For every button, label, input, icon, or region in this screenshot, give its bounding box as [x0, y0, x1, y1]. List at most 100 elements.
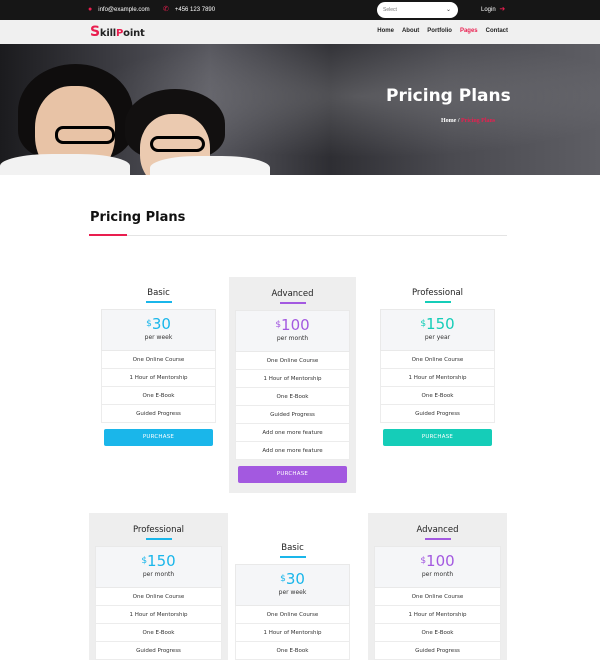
top-bar: ● info@example.com ✆ +456 123 7890 Selec…: [0, 0, 600, 20]
price-period: per week: [144, 333, 173, 341]
plan-name: Professional: [132, 525, 185, 535]
section-divider: [89, 235, 507, 236]
pricing-card-professional: Professional $150 per year One Online Cours…: [374, 276, 501, 446]
feature-item: 1 Hour of Mentorship: [101, 368, 216, 387]
feature-item: Add one more feature: [235, 441, 350, 460]
plan-name: Advanced: [271, 289, 314, 299]
pricing-card-professional: Professional $150 per month One Online Cour…: [89, 513, 228, 660]
page-title: Pricing Plans: [386, 86, 511, 106]
price-amount: 100: [281, 315, 310, 334]
main-navbar: SkillPoint Home About Portfolio Pages Contac…: [0, 20, 600, 44]
breadcrumb: Home / Pricing Plans: [441, 118, 495, 124]
plan-name-underline: [279, 556, 306, 558]
plan-price: $30: [102, 314, 215, 333]
logo-part-kill: kill: [99, 28, 117, 39]
feature-item: Guided Progress: [380, 404, 495, 423]
breadcrumb-current: Pricing Plans: [461, 118, 496, 124]
price-period: per week: [278, 588, 307, 596]
feature-list: One Online Course 1 Hour of Mentorship One…: [235, 351, 350, 460]
login-label: Login: [481, 7, 496, 13]
logo-letter-s: S: [90, 24, 100, 40]
feature-item: 1 Hour of Mentorship: [380, 368, 495, 387]
feature-item: One Online Course: [380, 350, 495, 369]
site-logo[interactable]: SkillPoint: [90, 24, 145, 40]
feature-item: One Online Course: [101, 350, 216, 369]
feature-list: One Online Course 1 Hour of Mentorship One…: [374, 587, 501, 660]
price-period: per year: [424, 333, 451, 341]
price-box: $100 per month: [235, 309, 350, 352]
nav-item-portfolio[interactable]: Portfolio: [427, 28, 452, 34]
section-title: Pricing Plans: [90, 210, 186, 225]
feature-item: Add one more feature: [235, 423, 350, 442]
feature-item: One E-Book: [235, 641, 350, 660]
price-box: $30 per week: [101, 308, 216, 351]
plan-price: $30: [236, 570, 349, 588]
pricing-card-advanced: Advanced $100 per month One Online Course 1 …: [368, 513, 507, 660]
plan-name: Basic: [147, 288, 170, 298]
price-amount: 30: [151, 314, 171, 333]
pricing-card-basic: Basic $30 per week One Online Course 1 Hour …: [229, 531, 356, 660]
phone-contact[interactable]: ✆ +456 123 7890: [163, 6, 215, 13]
nav-item-contact[interactable]: Contact: [486, 28, 508, 34]
plan-name-underline: [145, 538, 172, 540]
feature-item: One E-Book: [95, 623, 222, 642]
email-contact[interactable]: ● info@example.com: [88, 6, 150, 13]
feature-item: One E-Book: [101, 386, 216, 405]
plan-price: $150: [96, 551, 221, 570]
feature-list: One Online Course 1 Hour of Mentorship One…: [101, 350, 216, 423]
purchase-button[interactable]: PURCHASE: [238, 465, 347, 483]
plan-name-underline: [424, 538, 451, 540]
feature-item: One E-Book: [380, 386, 495, 405]
breadcrumb-separator: /: [457, 118, 460, 124]
purchase-button[interactable]: PURCHASE: [383, 428, 492, 446]
feature-item: One E-Book: [235, 387, 350, 406]
breadcrumb-home[interactable]: Home: [441, 118, 456, 124]
feature-item: Guided Progress: [101, 404, 216, 423]
price-box: $150 per month: [95, 545, 222, 588]
price-box: $30 per week: [235, 563, 350, 606]
plan-price: $150: [381, 314, 494, 333]
email-text: info@example.com: [98, 6, 150, 13]
feature-item: One Online Course: [235, 351, 350, 370]
price-amount: 150: [147, 551, 176, 570]
plan-name-underline: [279, 302, 306, 304]
nav-item-home[interactable]: Home: [377, 28, 394, 34]
feature-item: 1 Hour of Mentorship: [374, 605, 501, 624]
price-amount: 150: [426, 314, 455, 333]
plan-name: Basic: [281, 543, 304, 553]
hero-banner: [0, 44, 600, 175]
feature-item: 1 Hour of Mentorship: [235, 623, 350, 642]
feature-item: One Online Course: [95, 587, 222, 606]
nav-menu: Home About Portfolio Pages Contact: [377, 28, 508, 34]
pricing-card-basic: Basic $30 per week One Online Course 1 Hour …: [95, 276, 222, 446]
feature-list: One Online Course 1 Hour of Mentorship One…: [380, 350, 495, 423]
feature-item: Guided Progress: [95, 641, 222, 660]
plan-name: Professional: [411, 288, 464, 298]
price-amount: 100: [426, 551, 455, 570]
phone-text: +456 123 7890: [174, 6, 216, 13]
plan-name-underline: [145, 301, 172, 303]
price-box: $100 per month: [374, 545, 501, 588]
nav-item-about[interactable]: About: [402, 28, 419, 34]
feature-item: One Online Course: [374, 587, 501, 606]
feature-item: Guided Progress: [235, 405, 350, 424]
price-period: per month: [421, 570, 454, 578]
feature-item: 1 Hour of Mentorship: [95, 605, 222, 624]
envelope-icon: ●: [88, 6, 93, 13]
nav-item-pages[interactable]: Pages: [460, 28, 478, 34]
feature-item: Guided Progress: [374, 641, 501, 660]
feature-item: One E-Book: [374, 623, 501, 642]
login-icon: ➜: [499, 6, 506, 13]
chevron-down-icon: ⌄: [445, 7, 451, 13]
plan-price: $100: [236, 315, 349, 334]
section-divider-accent: [89, 234, 127, 236]
price-box: $150 per year: [380, 308, 495, 351]
logo-part-oint: oint: [123, 28, 145, 39]
course-select[interactable]: Select ⌄: [377, 2, 458, 18]
login-link[interactable]: Login ➜: [481, 6, 505, 13]
pricing-card-advanced: Advanced $100 per month One Online Course 1 …: [229, 277, 356, 493]
feature-list: One Online Course 1 Hour of Mentorship One…: [95, 587, 222, 660]
plan-price: $100: [375, 551, 500, 570]
purchase-button[interactable]: PURCHASE: [104, 428, 213, 446]
plan-name-underline: [424, 301, 451, 303]
